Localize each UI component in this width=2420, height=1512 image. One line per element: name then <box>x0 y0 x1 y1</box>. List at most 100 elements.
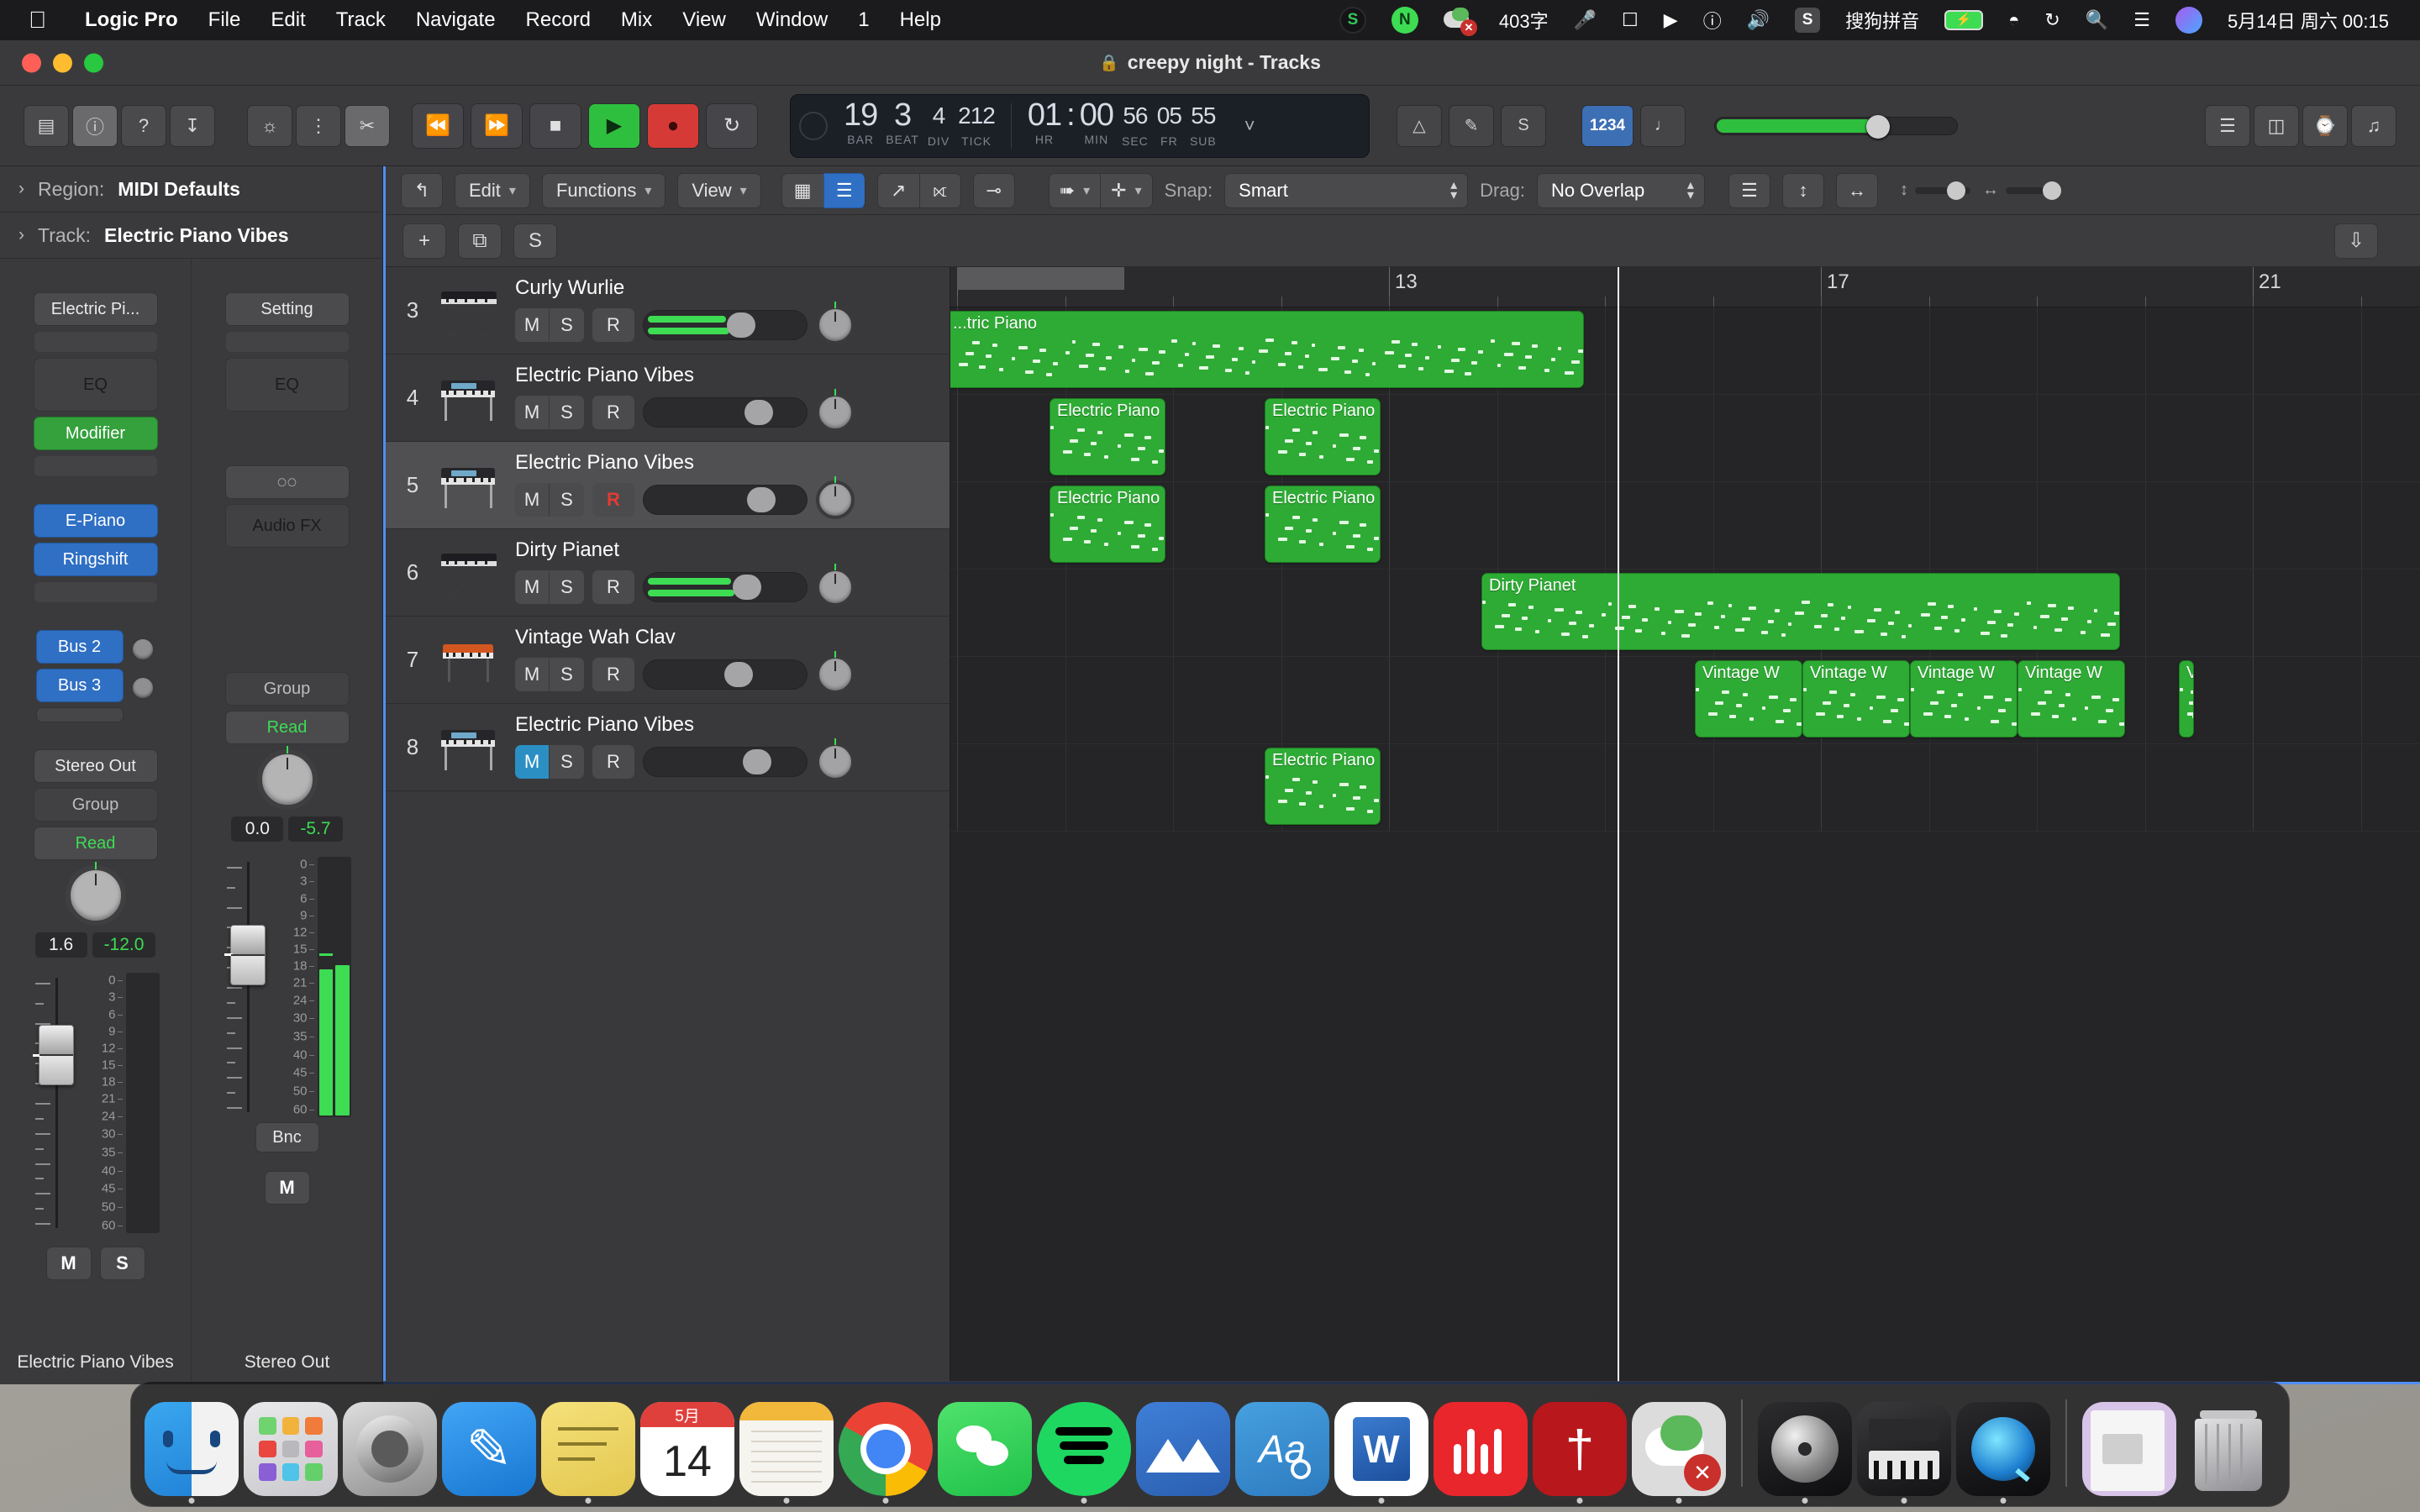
menu-view[interactable]: View <box>667 8 741 32</box>
mountain-icon[interactable] <box>1136 1402 1230 1496</box>
lcd-bar-segment[interactable]: 19 BAR 3 BEAT 4 DIV 212 TICK <box>828 95 1011 157</box>
track-name[interactable]: Electric Piano Vibes <box>515 713 939 737</box>
master-fader-handle[interactable] <box>224 924 266 985</box>
master-volume-track[interactable] <box>1714 114 1958 139</box>
track-mute-button[interactable]: M <box>515 483 550 517</box>
master-group[interactable]: Group <box>224 672 350 706</box>
media-browser-icon[interactable]: ♫ <box>2351 104 2396 147</box>
chevron-right-icon[interactable]: › <box>18 179 24 199</box>
menu-functions-button[interactable]: Functions ▾ <box>541 172 666 208</box>
spotify-icon[interactable] <box>1037 1402 1131 1496</box>
track-name[interactable]: Dirty Pianet <box>515 538 939 562</box>
hide-tracks-icon[interactable]: ⇩ <box>2334 223 2378 259</box>
track-pan-knob[interactable] <box>816 564 855 606</box>
search-icon[interactable]: 🔍 <box>2073 9 2121 31</box>
strip-midi-fx[interactable]: Modifier <box>33 417 158 450</box>
dock-item[interactable] <box>343 1402 437 1496</box>
lcd-time-segment[interactable]: 01 HR : 00 MIN 56 SEC 05 FR 55 SUB <box>1012 95 1233 157</box>
logic-pro-icon[interactable] <box>1758 1402 1852 1496</box>
midi-region[interactable]: Vintage W <box>1910 660 2018 738</box>
quicktime-icon[interactable] <box>1956 1402 2050 1496</box>
mixer-icon[interactable]: ⋮ <box>296 104 341 147</box>
dock-item[interactable] <box>1037 1402 1131 1504</box>
volume-value[interactable]: -12.0 <box>92 932 156 958</box>
dock-item[interactable]: W <box>1334 1402 1428 1504</box>
sogou-ime-icon[interactable]: S <box>1782 8 1833 33</box>
microphone-icon[interactable]: 🎤 <box>1561 9 1609 31</box>
trash-icon[interactable] <box>2181 1402 2275 1496</box>
track-volume-knob[interactable] <box>724 662 753 687</box>
menu-one[interactable]: 1 <box>843 8 884 32</box>
screen-mirroring-icon[interactable]: ☐ <box>1609 9 1651 31</box>
notes-icon[interactable] <box>739 1402 834 1496</box>
dock-item[interactable]: † <box>1533 1402 1627 1504</box>
library-icon[interactable]: ▤ <box>24 104 69 147</box>
track-volume-knob[interactable] <box>727 312 755 338</box>
fader-handle[interactable] <box>32 1025 74 1085</box>
region-lanes[interactable]: ...tric Piano Electric Piano Vibes Elect… <box>950 307 2420 1382</box>
cycle-region[interactable] <box>957 267 1125 290</box>
dock-item[interactable] <box>938 1402 1032 1496</box>
bar-ruler[interactable]: 9131721252933 <box>950 267 2420 307</box>
track-lane[interactable]: Vintage W Vintage W Vintage W Vintage W … <box>950 657 2420 744</box>
word-icon[interactable]: W <box>1334 1402 1428 1496</box>
finder-icon[interactable] <box>145 1402 239 1496</box>
track-row[interactable]: 4 Electric Piano Vibes M S R <box>386 354 950 442</box>
track-mute-button[interactable]: M <box>515 570 550 604</box>
duplicate-track-icon[interactable]: ⧉ <box>458 223 502 259</box>
send-level-knob[interactable] <box>129 675 155 701</box>
menu-track[interactable]: Track <box>321 8 401 32</box>
track-name[interactable]: Curly Wurlie <box>515 276 939 300</box>
midi-region[interactable]: Vintage W <box>2018 660 2125 738</box>
dictionary-icon[interactable]: Aa <box>1235 1402 1329 1496</box>
flex-icon[interactable]: ⟖ <box>918 172 961 208</box>
time-machine-icon[interactable]: ↻ <box>2032 9 2072 31</box>
midi-region[interactable]: Electric Piano Vibes <box>1050 486 1165 563</box>
onedrive-error-icon[interactable]: ✕ <box>1632 1402 1726 1496</box>
strip-automation-mode[interactable]: Read <box>33 827 158 860</box>
menu-help[interactable]: Help <box>885 8 956 32</box>
onedrive-error-icon[interactable]: ✕ <box>1431 8 1486 36</box>
master-volume-fader[interactable] <box>222 857 272 1117</box>
editors-icon[interactable]: ✂ <box>345 104 390 147</box>
master-mute-button[interactable]: M <box>264 1171 310 1205</box>
toolbar-icon[interactable]: ↧ <box>170 104 215 147</box>
track-solo-button[interactable]: S <box>550 396 584 429</box>
track-solo-button[interactable]: S <box>550 745 584 779</box>
midi-activity-badge[interactable]: 1234 <box>1581 104 1634 147</box>
track-pan-knob[interactable] <box>816 738 855 781</box>
track-name[interactable]: Electric Piano Vibes <box>515 451 939 475</box>
track-lane[interactable]: Dirty Pianet <box>950 570 2420 657</box>
list-view-icon[interactable]: ☰ <box>823 172 865 208</box>
track-volume-knob[interactable] <box>747 487 776 512</box>
track-row[interactable]: 8 Electric Piano Vibes M S R <box>386 704 950 791</box>
track-record-button[interactable]: R <box>592 308 634 342</box>
control-center-icon[interactable]: ☰ <box>2121 9 2163 31</box>
master-audio-fx[interactable]: Audio FX <box>224 504 350 548</box>
lcd-display[interactable]: 19 BAR 3 BEAT 4 DIV 212 TICK 01 HR : 00 MIN 56… <box>790 93 1370 158</box>
battery-icon[interactable]: ⚡ <box>1932 10 1996 30</box>
midi-region[interactable]: Electric Piano Vibes <box>1265 398 1381 475</box>
strip-instrument[interactable]: E-Piano <box>33 504 158 538</box>
automation-icon[interactable]: ↗ <box>876 172 919 208</box>
stereo-link-icon[interactable]: ◌◌ <box>224 465 350 499</box>
gear-icon[interactable] <box>343 1402 437 1496</box>
strip-send-bus-2[interactable]: Bus 2 <box>35 630 124 664</box>
add-track-icon[interactable]: + <box>402 223 446 259</box>
master-volume-slider[interactable] <box>1714 114 1958 139</box>
smart-controls-icon[interactable]: ☼ <box>247 104 292 147</box>
grid-view-icon[interactable]: ▦ <box>781 172 823 208</box>
solo-all-button[interactable]: S <box>513 223 557 259</box>
track-pan-knob[interactable] <box>816 476 855 519</box>
track-volume-knob[interactable] <box>733 575 761 600</box>
playhead[interactable] <box>1618 267 1619 1382</box>
quicktime-icon[interactable]: ▶ <box>1651 9 1691 31</box>
track-solo-button[interactable]: S <box>550 308 584 342</box>
split-icon[interactable]: ⊸ <box>972 172 1015 208</box>
bounce-button[interactable]: Bnc <box>255 1122 319 1152</box>
strip-insert-empty[interactable] <box>33 331 158 353</box>
track-record-button[interactable]: R <box>592 570 634 604</box>
master-pan-knob[interactable] <box>256 746 318 810</box>
cycle-icon[interactable]: ↻ <box>706 102 758 149</box>
siri-icon[interactable] <box>2163 7 2215 34</box>
